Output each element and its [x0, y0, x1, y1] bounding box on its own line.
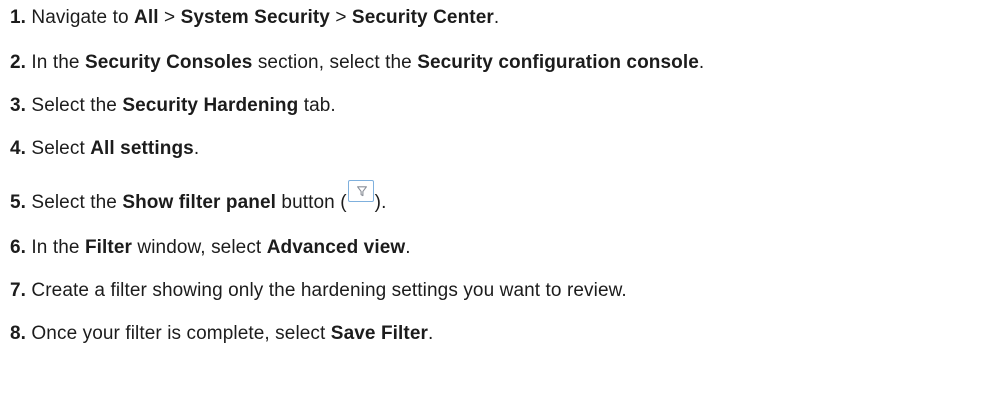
- step-number: 7.: [10, 280, 27, 301]
- step-text: ).: [374, 192, 387, 213]
- step-number: 5.: [10, 192, 27, 213]
- step-text: window, select: [132, 237, 267, 258]
- step-6: 6. In the Filter window, select Advanced…: [10, 236, 411, 260]
- step-2: 2. In the Security Consoles section, sel…: [10, 51, 704, 75]
- step-bold-text: All settings: [90, 138, 194, 159]
- step-number: 2.: [10, 52, 27, 73]
- step-bold-text: System Security: [180, 7, 330, 28]
- filter-funnel-icon: [347, 180, 374, 202]
- step-text: Select: [26, 138, 91, 159]
- step-bold-text: Security Hardening: [122, 95, 299, 116]
- step-text: In the: [26, 237, 85, 258]
- step-bold-text: Filter: [84, 237, 133, 258]
- step-text: Select the: [26, 95, 123, 116]
- step-text: Create a filter showing only the hardeni…: [26, 280, 627, 301]
- step-bold-text: Show filter panel: [122, 192, 277, 213]
- step-text: Once your filter is complete, select: [26, 323, 331, 344]
- step-bold-text: All: [134, 7, 159, 28]
- step-3: 3. Select the Security Hardening tab.: [10, 94, 336, 118]
- step-text: In the: [26, 52, 85, 73]
- step-bold-text: Advanced view: [266, 237, 406, 258]
- step-bold-text: Security configuration console: [417, 52, 699, 73]
- step-1: 1. Navigate to All > System Security > S…: [10, 6, 499, 30]
- step-number: 6.: [10, 237, 27, 258]
- step-text: .: [428, 323, 434, 344]
- step-text: section, select the: [252, 52, 418, 73]
- step-text: .: [698, 52, 705, 73]
- step-text: Select the: [26, 192, 123, 213]
- filter-funnel-glyph: [356, 186, 367, 197]
- step-text: .: [493, 7, 500, 28]
- step-bold-text: Save Filter: [330, 323, 429, 344]
- step-bold-text: Security Center: [351, 7, 494, 28]
- step-4: 4. Select All settings.: [10, 137, 199, 161]
- step-text: >: [329, 7, 352, 28]
- step-bold-text: Security Consoles: [84, 52, 253, 73]
- step-7: 7. Create a filter showing only the hard…: [10, 279, 627, 303]
- step-text: >: [158, 7, 181, 28]
- step-text: button (: [276, 192, 347, 213]
- step-number: 4.: [10, 138, 27, 159]
- step-number: 3.: [10, 95, 27, 116]
- step-5: 5. Select the Show filter panel button (…: [10, 180, 387, 215]
- step-number: 8.: [10, 323, 27, 344]
- step-8: 8. Once your filter is complete, select …: [10, 322, 433, 346]
- step-text: tab.: [298, 95, 336, 116]
- step-text: .: [193, 138, 200, 159]
- step-number: 1.: [10, 7, 27, 28]
- step-text: .: [405, 237, 411, 258]
- step-text: Navigate to: [26, 7, 135, 28]
